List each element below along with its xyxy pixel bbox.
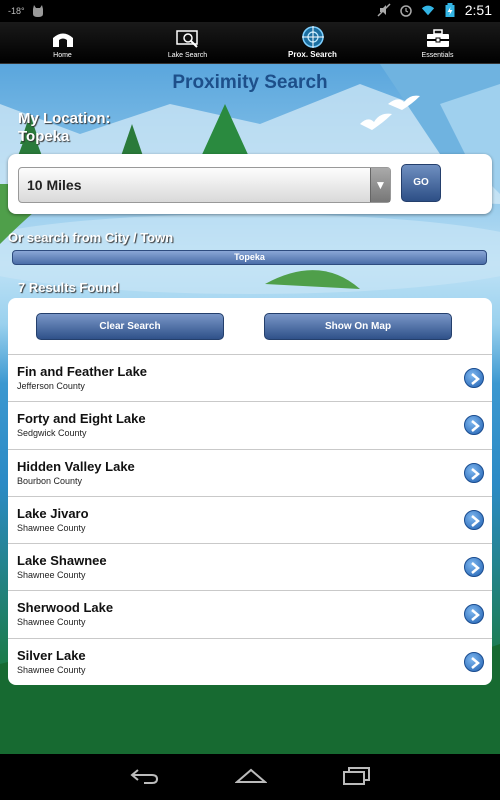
distance-select-value: 10 Miles	[27, 177, 82, 193]
tab-home[interactable]: Home	[0, 22, 125, 63]
tab-essentials[interactable]: Essentials	[375, 22, 500, 63]
mute-icon	[377, 3, 391, 17]
tab-home-label: Home	[53, 52, 72, 59]
lake-county: Shawnee County	[17, 664, 86, 675]
tab-lake-search-label: Lake Search	[167, 52, 208, 59]
dropdown-arrow-icon: ▼	[370, 168, 390, 202]
tab-prox-search-label: Prox. Search	[288, 50, 337, 59]
tab-essentials-label: Essentials	[421, 52, 454, 59]
distance-panel: 10 Miles ▼ GO	[8, 154, 492, 214]
home-icon	[51, 28, 75, 50]
lake-county: Shawnee County	[17, 570, 86, 581]
results-actions: Clear Search Show On Map	[8, 298, 492, 354]
cat-icon	[32, 5, 43, 17]
page-title: Proximity Search	[172, 72, 328, 93]
chevron-right-icon[interactable]	[464, 462, 484, 483]
show-on-map-button[interactable]: Show On Map	[264, 313, 452, 340]
city-search-field[interactable]: Topeka	[12, 250, 487, 265]
lake-name: Hidden Valley Lake	[17, 458, 135, 474]
tab-prox-search[interactable]: Prox. Search	[250, 22, 375, 63]
chevron-right-icon[interactable]	[464, 509, 484, 530]
my-location-label: My Location:	[18, 110, 111, 127]
lake-name: Silver Lake	[17, 647, 86, 663]
status-bar: -18° 2:51	[0, 0, 500, 22]
temperature-text: -18°	[8, 6, 25, 16]
crosshair-icon	[300, 26, 326, 48]
recent-apps-icon[interactable]	[342, 766, 372, 786]
lake-county: Shawnee County	[17, 522, 86, 533]
system-navigation-bar	[0, 754, 500, 800]
battery-icon	[445, 3, 455, 17]
lake-name: Forty and Eight Lake	[17, 411, 146, 427]
list-item[interactable]: Silver Lake Shawnee County	[8, 637, 492, 685]
chevron-right-icon[interactable]	[464, 651, 484, 672]
list-item[interactable]: Forty and Eight Lake Sedgwick County	[8, 401, 492, 448]
home-nav-icon[interactable]	[235, 766, 267, 786]
alarm-icon	[400, 5, 412, 17]
top-navigation: Home Lake Search Prox. Search Essentials	[0, 22, 500, 64]
toolbox-icon	[425, 28, 451, 50]
clock: 2:51	[464, 2, 492, 18]
chevron-right-icon[interactable]	[464, 557, 484, 578]
list-item[interactable]: Lake Shawnee Shawnee County	[8, 543, 492, 590]
go-button[interactable]: GO	[401, 164, 441, 202]
city-search-label: Or search from City / Town	[8, 230, 174, 245]
results-count: 7 Results Found	[18, 280, 120, 295]
my-location-value: Topeka	[18, 128, 70, 145]
list-item[interactable]: Lake Jivaro Shawnee County	[8, 495, 492, 543]
back-icon[interactable]	[130, 766, 160, 786]
chevron-right-icon[interactable]	[464, 368, 484, 388]
lake-county: Bourbon County	[17, 475, 83, 486]
distance-select[interactable]: 10 Miles ▼	[18, 167, 391, 203]
lake-county: Jefferson County	[17, 381, 85, 391]
list-item[interactable]: Sherwood Lake Shawnee County	[8, 590, 492, 637]
main-content: Proximity Search My Location: Topeka 10 …	[0, 64, 500, 754]
tab-lake-search[interactable]: Lake Search	[125, 22, 250, 63]
wifi-icon	[421, 5, 434, 16]
results-list: Fin and Feather Lake Jefferson County Fo…	[8, 354, 492, 686]
lake-name: Lake Jivaro	[17, 505, 89, 521]
chevron-right-icon[interactable]	[464, 415, 484, 436]
lake-county: Shawnee County	[17, 617, 86, 628]
lake-name: Fin and Feather Lake	[17, 364, 148, 379]
lake-search-icon	[175, 28, 201, 50]
list-item[interactable]: Fin and Feather Lake Jefferson County	[8, 354, 492, 401]
list-item[interactable]: Hidden Valley Lake Bourbon County	[8, 448, 492, 496]
chevron-right-icon[interactable]	[464, 604, 484, 625]
lake-county: Sedgwick County	[17, 428, 87, 439]
lake-name: Sherwood Lake	[17, 600, 114, 616]
lake-name: Lake Shawnee	[17, 553, 107, 569]
clear-search-button[interactable]: Clear Search	[36, 313, 224, 340]
